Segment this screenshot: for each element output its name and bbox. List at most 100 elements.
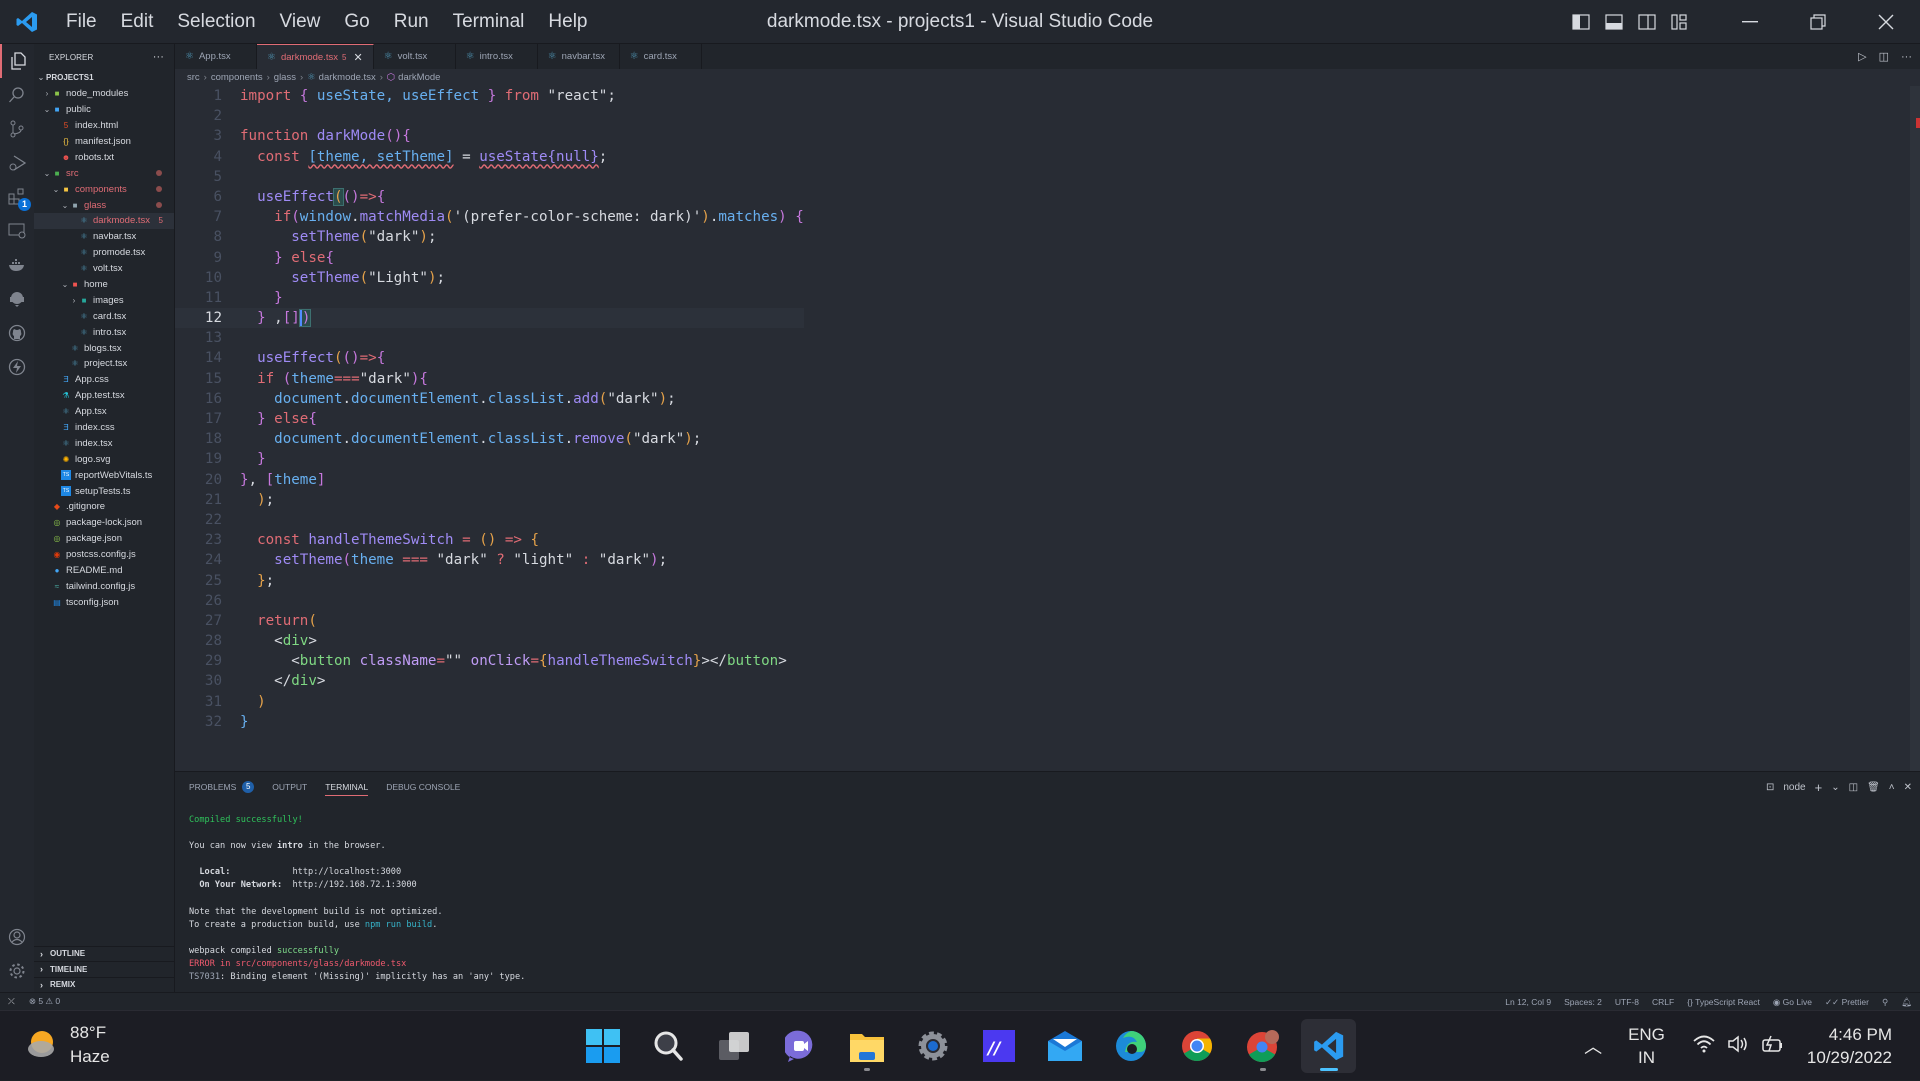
end-of-line[interactable]: CRLF xyxy=(1652,997,1674,1007)
tree-file[interactable]: ⚛ blogs.tsx xyxy=(34,340,174,356)
section-remix[interactable]: › REMIX xyxy=(34,976,174,993)
tree-file[interactable]: ☻ robots.txt xyxy=(34,149,174,165)
thunder-client-icon[interactable] xyxy=(0,350,34,384)
section-outline[interactable]: › OUTLINE xyxy=(34,945,174,962)
encoding[interactable]: UTF-8 xyxy=(1615,997,1639,1007)
live-share-icon[interactable] xyxy=(0,282,34,316)
battery-charging-icon[interactable] xyxy=(1761,1035,1785,1058)
split-terminal-icon[interactable]: ◫ xyxy=(1849,782,1858,793)
panel-tab-debug-console[interactable]: DEBUG CONSOLE xyxy=(386,772,460,802)
customize-layout-icon[interactable] xyxy=(1663,0,1696,44)
chrome-profile-app[interactable] xyxy=(1235,1019,1290,1073)
show-hidden-icons-chevron-icon[interactable]: ︿ xyxy=(1584,1033,1602,1059)
explorer-icon[interactable] xyxy=(0,44,34,78)
close-tab-icon[interactable]: ✕ xyxy=(353,51,362,64)
tree-folder[interactable]: › ■ images xyxy=(34,292,174,308)
restore-button[interactable] xyxy=(1784,0,1852,44)
tree-file[interactable]: TS setupTests.ts xyxy=(34,483,174,499)
tree-file[interactable]: ◉ postcss.config.js xyxy=(34,547,174,563)
teams-chat-app[interactable] xyxy=(773,1019,828,1073)
account-icon[interactable] xyxy=(0,920,34,954)
tab-volt-tsx[interactable]: ⚛ volt.tsx xyxy=(374,44,456,69)
tree-file[interactable]: ⚗ App.test.tsx xyxy=(34,388,174,404)
toggle-secondary-sidebar-icon[interactable] xyxy=(1630,0,1663,44)
tree-file[interactable]: ≈ tailwind.config.js xyxy=(34,579,174,595)
tree-file[interactable]: ⚛ intro.tsx xyxy=(34,324,174,340)
feedback-icon[interactable]: ⚲ xyxy=(1882,997,1888,1008)
panel-tab-terminal[interactable]: TERMINAL xyxy=(325,772,368,802)
tree-folder[interactable]: › ■ node_modules xyxy=(34,86,174,102)
maximize-panel-icon[interactable]: ˄ xyxy=(1889,782,1895,793)
toggle-panel-icon[interactable] xyxy=(1597,0,1630,44)
search-icon[interactable] xyxy=(0,78,34,112)
mail-app[interactable] xyxy=(1037,1019,1092,1073)
tab-App-tsx[interactable]: ⚛ App.tsx xyxy=(175,44,257,69)
breadcrumb-item[interactable]: glass xyxy=(274,72,296,83)
tree-file[interactable]: ⚛ card.tsx xyxy=(34,308,174,324)
notifications-bell-icon[interactable]: 🔔︎ xyxy=(1901,997,1912,1008)
file-explorer-app[interactable] xyxy=(839,1019,894,1073)
cursor-position[interactable]: Ln 12, Col 9 xyxy=(1505,997,1551,1007)
tree-file[interactable]: Ǝ App.css xyxy=(34,372,174,388)
tree-file[interactable]: ● README.md xyxy=(34,563,174,579)
menu-run[interactable]: Run xyxy=(382,0,441,44)
go-live-button[interactable]: ◉ Go Live xyxy=(1773,997,1812,1008)
extensions-icon[interactable]: 1 xyxy=(0,180,34,214)
menu-terminal[interactable]: Terminal xyxy=(441,0,537,44)
search-button[interactable] xyxy=(641,1019,696,1073)
toggle-primary-sidebar-icon[interactable] xyxy=(1564,0,1597,44)
tree-file[interactable]: ▤ tsconfig.json xyxy=(34,594,174,610)
menu-help[interactable]: Help xyxy=(536,0,599,44)
volume-icon[interactable] xyxy=(1727,1034,1749,1058)
tree-file[interactable]: TS reportWebVitals.ts xyxy=(34,467,174,483)
tree-folder[interactable]: ⌄ ■ components xyxy=(34,181,174,197)
editor-scrollbar[interactable] xyxy=(1910,86,1920,771)
tree-file[interactable]: ◎ package-lock.json xyxy=(34,515,174,531)
panel-tab-output[interactable]: OUTPUT xyxy=(272,772,307,802)
chrome-app[interactable] xyxy=(1169,1019,1224,1073)
docker-icon[interactable] xyxy=(0,248,34,282)
tree-file[interactable]: ⚛ App.tsx xyxy=(34,404,174,420)
code-editor[interactable]: 1 import { useState, useEffect } from "re… xyxy=(175,86,1920,771)
editor-more-actions-icon[interactable]: ··· xyxy=(1901,51,1912,63)
tree-file[interactable]: Ǝindex.css xyxy=(34,420,174,436)
edge-app[interactable] xyxy=(1103,1019,1158,1073)
menu-view[interactable]: View xyxy=(268,0,333,44)
task-view-button[interactable] xyxy=(707,1019,762,1073)
project-root[interactable]: ⌄ PROJECTS1 xyxy=(34,70,174,86)
new-terminal-icon[interactable]: + xyxy=(1815,780,1823,795)
terminal-output[interactable]: Compiled successfully! You can now view … xyxy=(175,802,1920,996)
close-panel-icon[interactable]: ✕ xyxy=(1904,782,1912,793)
media-app[interactable]: // xyxy=(971,1019,1026,1073)
panel-tab-problems[interactable]: PROBLEMS 5 xyxy=(189,772,255,802)
system-clock[interactable]: 4:46 PM 10/29/2022 xyxy=(1807,1023,1892,1069)
tree-file[interactable]: ⚛ darkmode.tsx 5 xyxy=(34,213,174,229)
tree-file[interactable]: ⚛ navbar.tsx xyxy=(34,229,174,245)
section-timeline[interactable]: › TIMELINE xyxy=(34,961,174,977)
tree-file[interactable]: ⚛ promode.tsx xyxy=(34,245,174,261)
tree-file[interactable]: ⚛ volt.tsx xyxy=(34,261,174,277)
tree-file[interactable]: ⚛ index.tsx xyxy=(34,435,174,451)
remote-indicator-icon[interactable]: ⤫ xyxy=(8,996,15,1007)
breadcrumb-item[interactable]: components xyxy=(211,72,263,83)
prettier-button[interactable]: ✓✓ Prettier xyxy=(1825,997,1869,1008)
tree-file[interactable]: ⚛ project.tsx xyxy=(34,356,174,372)
menu-selection[interactable]: Selection xyxy=(165,0,267,44)
breadcrumb-item[interactable]: src xyxy=(187,72,200,83)
minimize-button[interactable] xyxy=(1716,0,1784,44)
tree-file[interactable]: 5 index.html xyxy=(34,118,174,134)
weather-widget[interactable]: 88°F Haze xyxy=(24,1023,110,1067)
tree-file[interactable]: ◎ package.json xyxy=(34,531,174,547)
tree-folder[interactable]: ⌄ ■ src xyxy=(34,165,174,181)
tab-intro-tsx[interactable]: ⚛ intro.tsx xyxy=(456,44,538,69)
start-button[interactable] xyxy=(575,1019,630,1073)
explorer-more-actions-icon[interactable]: ··· xyxy=(153,51,164,63)
close-window-button[interactable] xyxy=(1852,0,1920,44)
chevron-down-icon[interactable]: ⌄ xyxy=(1831,782,1839,793)
source-control-icon[interactable] xyxy=(0,112,34,146)
tab-darkmode-tsx[interactable]: ⚛ darkmode.tsx 5 ✕ xyxy=(257,44,374,69)
wifi-icon[interactable] xyxy=(1693,1035,1715,1058)
problems-status[interactable]: ⊗ 5 ⚠ 0 xyxy=(29,996,60,1007)
tab-navbar-tsx[interactable]: ⚛ navbar.tsx xyxy=(538,44,620,69)
tab-card-tsx[interactable]: ⚛ card.tsx xyxy=(620,44,702,69)
